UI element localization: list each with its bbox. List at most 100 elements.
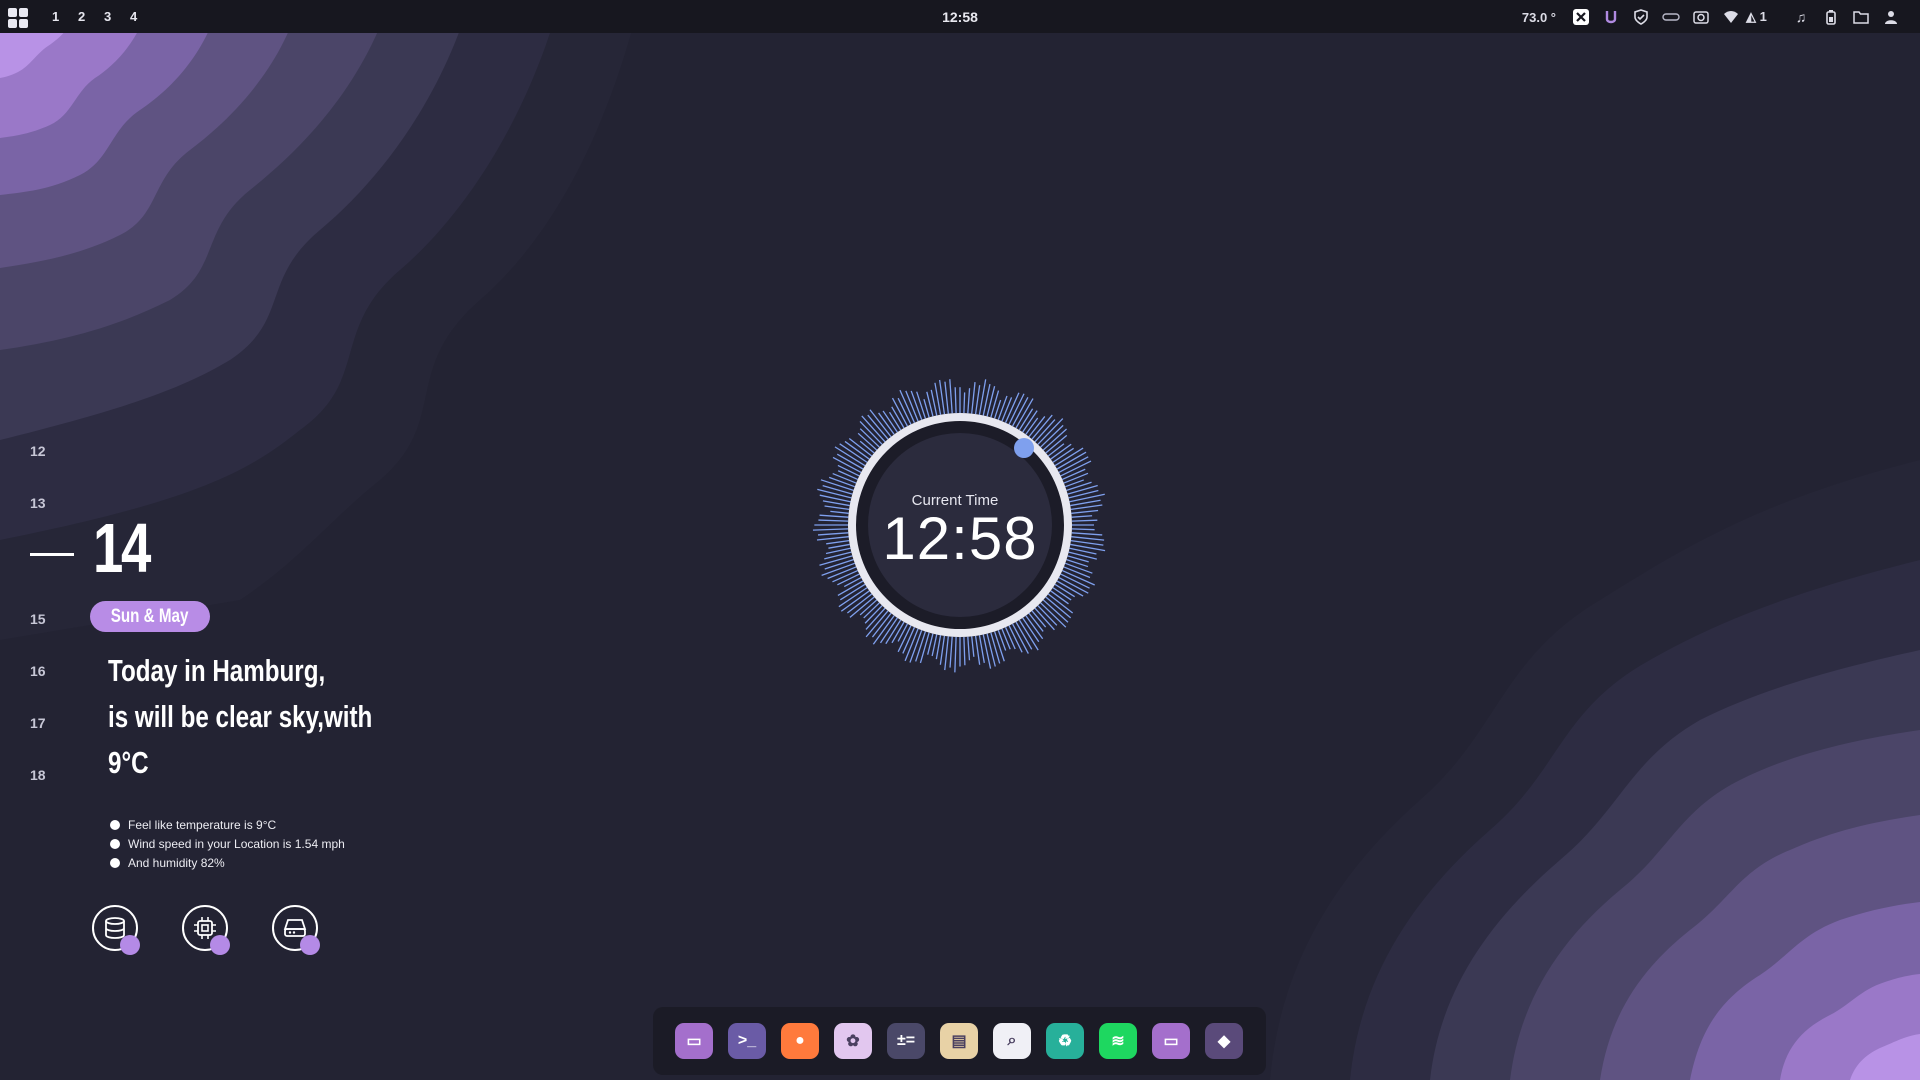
visualizer-bar bbox=[1040, 602, 1067, 628]
visualizer-bar bbox=[819, 514, 849, 518]
weather-details: Feel like temperature is 9°C Wind speed … bbox=[110, 815, 345, 872]
visualizer-bar bbox=[840, 590, 870, 612]
u-icon[interactable] bbox=[1596, 6, 1626, 28]
visualizer-bar bbox=[971, 636, 975, 657]
visualizer-bar bbox=[843, 577, 862, 588]
calculator-icon[interactable]: ±= bbox=[887, 1023, 925, 1059]
hour-marker-13: 13 bbox=[30, 495, 46, 511]
spotify-glyph: ≋ bbox=[1111, 1033, 1125, 1050]
visualizer-bar bbox=[837, 470, 858, 481]
visualizer-bar bbox=[837, 464, 860, 477]
recycle-bin-icon[interactable]: ♻ bbox=[1046, 1023, 1084, 1059]
visualizer-bar bbox=[919, 632, 930, 664]
visualizer-bar bbox=[1047, 593, 1074, 614]
visualizer-bar bbox=[817, 488, 852, 499]
image-viewer-glyph: ▤ bbox=[951, 1033, 967, 1050]
disk-monitor[interactable] bbox=[272, 905, 320, 955]
settings-flower-icon[interactable]: ✿ bbox=[834, 1023, 872, 1059]
visualizer-bar bbox=[867, 414, 889, 440]
visualizer-bar bbox=[1025, 417, 1039, 435]
visualizer-bar bbox=[1063, 566, 1091, 579]
firefox-icon[interactable]: ● bbox=[781, 1023, 819, 1059]
folder-icon[interactable] bbox=[1846, 6, 1876, 28]
workspace-4[interactable]: 4 bbox=[130, 9, 137, 24]
visualizer-bar bbox=[916, 391, 927, 419]
wifi-icon[interactable] bbox=[1716, 6, 1746, 28]
visualizer-bar bbox=[1071, 515, 1093, 518]
workspace-3[interactable]: 3 bbox=[104, 9, 111, 24]
search-icon[interactable]: ⌕ bbox=[993, 1023, 1031, 1059]
file-manager-icon[interactable]: ▭ bbox=[675, 1023, 713, 1059]
visualizer-bar bbox=[849, 596, 875, 618]
visualizer-bar bbox=[859, 440, 875, 454]
visualizer-bar bbox=[986, 633, 996, 667]
visualizer-bar bbox=[967, 636, 971, 661]
app-grid-icon[interactable] bbox=[8, 8, 28, 28]
day-month-label: Sun & May bbox=[111, 606, 189, 627]
visualizer-bar bbox=[1004, 627, 1016, 650]
visualizer-bar bbox=[982, 634, 992, 669]
workspace-1[interactable]: 1 bbox=[52, 9, 59, 24]
system-tray: 73.0 ° ◭ 1 ♫ bbox=[1522, 6, 1906, 28]
image-viewer-icon[interactable]: ▤ bbox=[940, 1023, 978, 1059]
visualizer-bar bbox=[828, 543, 850, 549]
list-item: And humidity 82% bbox=[110, 853, 345, 872]
hour-marker-17: 17 bbox=[30, 715, 46, 731]
visualizer-bar bbox=[993, 631, 1005, 662]
terminal-glyph: >_ bbox=[737, 1032, 757, 1049]
clock-progress-knob bbox=[1014, 438, 1034, 458]
visualizer-bar bbox=[997, 395, 1008, 420]
app-store-icon[interactable]: ◆ bbox=[1205, 1023, 1243, 1059]
x-icon[interactable] bbox=[1566, 6, 1596, 28]
visualizer-bar bbox=[978, 635, 985, 663]
visualizer-bar bbox=[830, 510, 849, 514]
cpu-monitor[interactable] bbox=[182, 905, 230, 955]
visualizer-bar bbox=[819, 555, 853, 566]
current-day-indicator bbox=[30, 553, 74, 556]
visualizer-bar bbox=[822, 484, 853, 495]
visualizer-bar bbox=[963, 392, 966, 414]
visualizer-bar bbox=[963, 636, 966, 666]
visualizer-bar bbox=[967, 388, 971, 414]
visualizer-bar bbox=[818, 519, 849, 522]
link-icon[interactable] bbox=[1656, 6, 1686, 28]
visualizer-bar bbox=[1040, 424, 1064, 448]
spotify-icon[interactable]: ≋ bbox=[1099, 1023, 1137, 1059]
visualizer-bar bbox=[834, 446, 866, 467]
visualizer-bar bbox=[861, 415, 886, 443]
weather-line-3: 9°C bbox=[108, 745, 149, 780]
visualizer-bar bbox=[1071, 528, 1095, 531]
visualizer-bar bbox=[1042, 428, 1068, 451]
visualizer-bar bbox=[828, 476, 855, 488]
visualizer-bar bbox=[949, 379, 953, 414]
camera-icon[interactable] bbox=[1686, 6, 1716, 28]
notification-counter[interactable]: ◭ 1 bbox=[1746, 9, 1786, 25]
battery-icon[interactable] bbox=[1816, 6, 1846, 28]
list-item: Feel like temperature is 9°C bbox=[110, 815, 345, 834]
visualizer-bar bbox=[812, 528, 849, 531]
shield-icon[interactable] bbox=[1626, 6, 1656, 28]
terminal-icon[interactable]: >_ bbox=[728, 1023, 766, 1059]
visualizer-bar bbox=[1001, 397, 1013, 422]
ram-monitor[interactable] bbox=[92, 905, 140, 955]
user-icon[interactable] bbox=[1876, 6, 1906, 28]
bell-icon: ◭ bbox=[1746, 9, 1756, 24]
visualizer-bar bbox=[938, 379, 946, 415]
file-manager-glyph: ▭ bbox=[686, 1033, 702, 1050]
hour-marker-18: 18 bbox=[30, 767, 46, 783]
visualizer-bar bbox=[824, 505, 850, 511]
visualizer-bar bbox=[859, 421, 883, 445]
temperature-readout: 73.0 ° bbox=[1521, 9, 1556, 25]
visualizer-bar bbox=[1070, 539, 1104, 546]
workspace-2[interactable]: 2 bbox=[78, 9, 85, 24]
visualizer-bar bbox=[954, 387, 957, 414]
screenshot-icon[interactable]: ▭ bbox=[1152, 1023, 1190, 1059]
visualizer-bar bbox=[974, 385, 981, 415]
visualizer-bar bbox=[974, 635, 981, 665]
visualizer-bar bbox=[1071, 536, 1105, 541]
visualizer-bar bbox=[869, 409, 892, 438]
current-day-number: 14 bbox=[93, 509, 151, 587]
music-icon[interactable]: ♫ bbox=[1786, 6, 1816, 28]
visualizer-bar bbox=[824, 558, 854, 570]
visualizer-bar bbox=[837, 573, 860, 586]
